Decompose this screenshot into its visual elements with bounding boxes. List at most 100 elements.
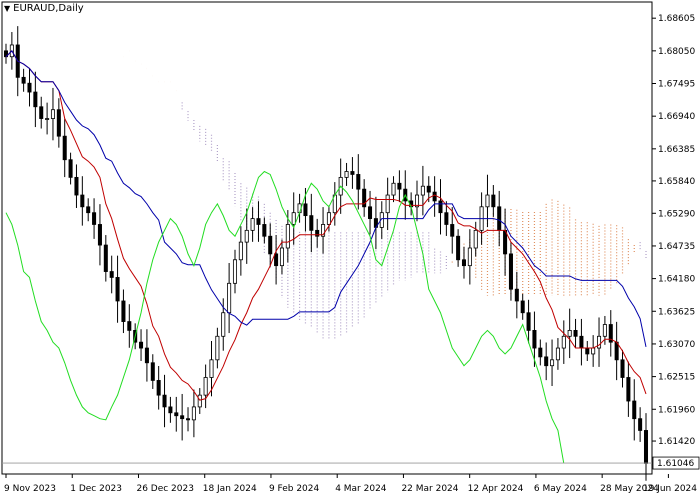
candle-body (285, 224, 290, 249)
candle-body (215, 335, 220, 361)
candle-body (544, 356, 549, 367)
chart-window[interactable]: 1.61046 1.68605 1.68050 1.67495 1.66940 1.663… (0, 0, 700, 500)
candle-body (391, 182, 396, 196)
candle-body (50, 109, 55, 119)
x-tick-label: 1 Dec 2023 (70, 484, 122, 494)
candle-body (456, 235, 461, 261)
candle-body (103, 244, 108, 272)
candle-body (156, 380, 161, 396)
candle-body (197, 394, 202, 408)
candle-body (597, 335, 602, 349)
x-tick-label: 18 Jan 2024 (203, 484, 257, 494)
x-tick-label: 19 Jun 2024 (643, 484, 697, 494)
candle-body (250, 218, 255, 231)
candle-body (309, 215, 314, 231)
candle-body (315, 229, 320, 237)
candle-body (344, 171, 349, 178)
candle-body (497, 206, 502, 231)
candle-body (326, 212, 331, 225)
candle-body (514, 288, 519, 302)
candle-body (21, 76, 26, 84)
candle-body (227, 282, 232, 314)
candle-body (368, 206, 373, 219)
candle-body (555, 347, 560, 361)
candle-body (221, 312, 226, 337)
candle-body (232, 259, 238, 284)
candle-body (244, 229, 249, 243)
candle-body (438, 200, 443, 214)
candle-body (109, 271, 114, 278)
candle-body (86, 206, 91, 214)
candle-body (397, 182, 402, 190)
symbol-timeframe-label: EURAUD,Daily (13, 3, 84, 14)
candle-body (467, 247, 472, 267)
candle-body (520, 300, 525, 314)
candle-body (573, 329, 578, 337)
candle-body (491, 194, 496, 208)
candle-body (432, 191, 437, 202)
y-tick-label: 1.64735 (658, 242, 695, 252)
y-tick-label: 1.64180 (658, 275, 695, 285)
tenkan-sen-line (5, 50, 647, 401)
candle-body (356, 174, 361, 190)
candle-body (350, 171, 355, 175)
current-price-label: 1.61046 (657, 459, 694, 469)
candle-body (561, 335, 566, 349)
candle-body (127, 321, 132, 331)
candle-body (56, 109, 61, 137)
candle-body (150, 362, 155, 381)
candle-body (503, 229, 508, 255)
y-tick-label: 1.66385 (658, 145, 695, 155)
triangle-down-icon[interactable]: ▼ (4, 4, 10, 14)
candle-body (203, 377, 208, 396)
x-axis: 9 Nov 2023 1 Dec 2023 26 Dec 2023 18 Jan 20… (4, 474, 697, 494)
y-tick-label: 1.67495 (658, 80, 695, 90)
candle-body (473, 229, 478, 249)
x-tick-label: 22 Mar 2024 (401, 484, 458, 494)
candle-body (444, 212, 449, 225)
y-tick-label: 1.61960 (658, 405, 695, 415)
candle-body (121, 300, 126, 322)
candles (3, 26, 649, 481)
y-tick-label: 1.66940 (658, 112, 695, 122)
candle-body (567, 329, 572, 337)
y-tick-label: 1.68050 (658, 47, 695, 57)
candle-body (426, 185, 431, 193)
candle-body (538, 347, 543, 358)
candle-body (632, 400, 637, 420)
candle-body (256, 218, 261, 225)
candle-body (45, 118, 50, 120)
candle-body (39, 106, 44, 119)
candle-body (162, 394, 167, 408)
candle-body (450, 224, 455, 237)
candle-body (508, 253, 513, 290)
y-tick-label: 1.63070 (658, 340, 695, 350)
candle-body (209, 359, 214, 378)
candle-body (97, 224, 102, 246)
x-tick-label: 12 Apr 2024 (468, 484, 524, 494)
candle-body (168, 406, 173, 414)
candle-body (385, 194, 390, 214)
x-tick-label: 26 Dec 2023 (136, 484, 194, 494)
candle-body (238, 241, 243, 261)
price-chart[interactable]: 1.61046 1.68605 1.68050 1.67495 1.66940 1.663… (0, 0, 700, 500)
candle-body (461, 259, 466, 267)
chart-title: ▼ EURAUD,Daily (4, 3, 84, 14)
x-tick-label: 6 May 2024 (534, 484, 587, 494)
candle-body (526, 312, 531, 331)
candle-body (33, 91, 38, 108)
candle-body (485, 194, 490, 208)
candle-body (191, 406, 196, 421)
candle-body (279, 247, 284, 267)
candle-body (602, 324, 607, 337)
kijun-sen-line (5, 50, 647, 347)
candle-body (591, 347, 596, 355)
candle-body (532, 329, 537, 349)
candle-body (638, 418, 643, 431)
candle-body (550, 359, 555, 367)
candle-body (115, 277, 120, 302)
candle-body (579, 335, 584, 349)
candle-body (420, 185, 425, 196)
candle-body (92, 212, 97, 225)
y-tick-label: 1.65290 (658, 209, 695, 219)
